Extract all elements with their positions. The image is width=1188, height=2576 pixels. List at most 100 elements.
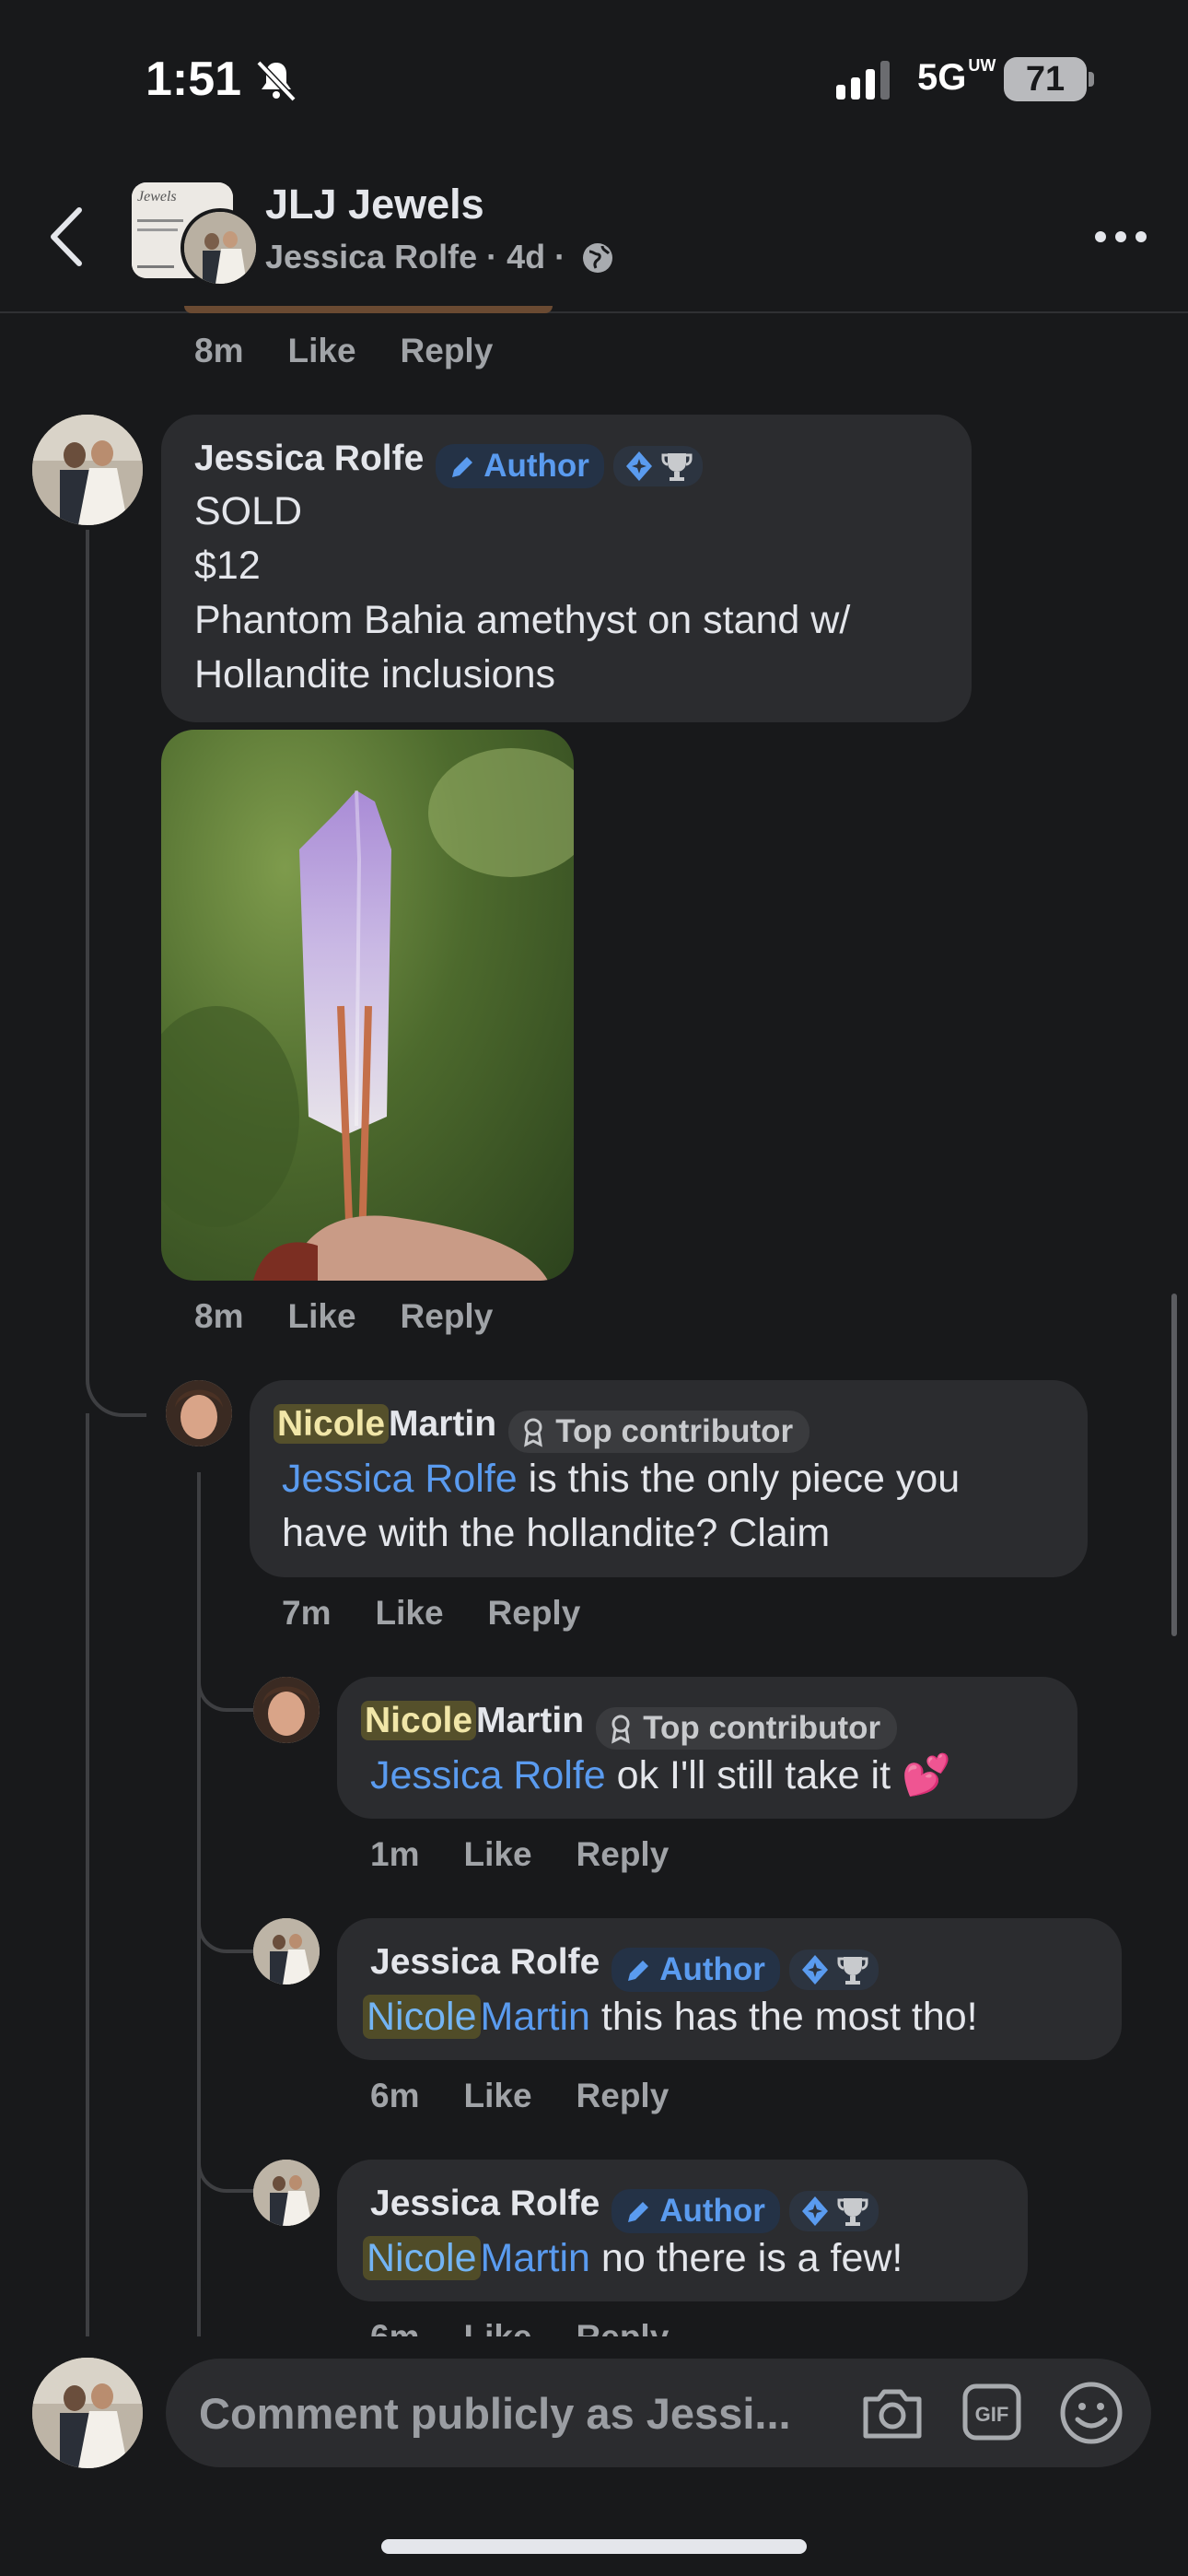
avatar[interactable]: [166, 1380, 232, 1446]
comment-meta: 1m Like Reply: [370, 1835, 713, 1874]
comment-line: $12: [194, 544, 261, 588]
author-badge-label: Author: [659, 2192, 765, 2229]
reply-button[interactable]: Reply: [401, 1297, 494, 1335]
thread-connector: [197, 1898, 254, 1953]
comment-header: Nicole Martin Top contributor: [274, 1404, 810, 1453]
mention-first[interactable]: Nicole: [363, 2236, 481, 2280]
like-button[interactable]: Like: [463, 1835, 531, 1873]
signal-icon: [836, 61, 890, 100]
svg-text:Jewels: Jewels: [137, 189, 177, 205]
like-button[interactable]: Like: [463, 2077, 531, 2114]
comment-line: SOLD: [194, 489, 303, 533]
current-user-avatar[interactable]: [32, 2358, 143, 2468]
header-divider: [0, 311, 1188, 313]
diamond-icon: [626, 451, 653, 481]
top-contributor-badge: Top contributor: [595, 1706, 898, 1750]
comment-meta: 7m Like Reply: [282, 1594, 624, 1633]
comment-text: Jessica Rolfe ok I'll still take it 💕: [370, 1749, 951, 1803]
comment-author-last[interactable]: Martin: [389, 1404, 496, 1444]
like-button[interactable]: Like: [287, 1297, 355, 1335]
previous-image-edge: [184, 306, 553, 313]
status-time: 1:51: [146, 53, 242, 106]
comment-header: Jessica Rolfe Author: [194, 439, 703, 488]
emoji-icon[interactable]: [1059, 2381, 1124, 2445]
comment-line: Hollandite inclusions: [194, 652, 555, 697]
svg-text:GIF: GIF: [975, 2403, 1009, 2426]
scrollbar[interactable]: [1171, 1294, 1177, 1636]
network-indicator: 5G UW: [917, 56, 996, 98]
thread-connector: [197, 2137, 254, 2193]
comment-line: is this the only piece you: [528, 1457, 961, 1501]
comment-author[interactable]: Jessica Rolfe: [370, 1942, 600, 1982]
thread-line: [86, 1413, 89, 2340]
diamond-icon: [802, 2195, 829, 2226]
comment-line: no there is a few!: [600, 2236, 903, 2280]
gif-icon[interactable]: GIF: [961, 2383, 1022, 2441]
home-indicator[interactable]: [381, 2539, 807, 2554]
globe-icon: [583, 243, 613, 273]
post-subtitle: Jessica Rolfe · 4d ·: [265, 238, 615, 276]
comment-line: Phantom Bahia amethyst on stand w/: [194, 598, 851, 642]
camera-icon[interactable]: [860, 2383, 925, 2441]
trophy-icon: [661, 452, 693, 481]
comment-meta: 6m Like Reply: [370, 2077, 713, 2115]
back-icon[interactable]: [46, 205, 88, 269]
pencil-icon: [627, 2201, 648, 2222]
comment-author-first[interactable]: Nicole: [361, 1701, 477, 1740]
comment-input-placeholder[interactable]: Comment publicly as Jessi...: [199, 2388, 791, 2439]
comment-line: ok I'll still take it 💕: [616, 1753, 951, 1797]
mention-last[interactable]: Martin: [481, 2236, 590, 2280]
avatar[interactable]: [32, 415, 143, 525]
badge-group: [613, 445, 703, 486]
battery-nub: [1089, 72, 1094, 87]
avatar[interactable]: [253, 1918, 320, 1985]
more-icon[interactable]: [1094, 230, 1147, 243]
author-badge-label: Author: [659, 1950, 765, 1987]
top-contributor-label: Top contributor: [555, 1412, 794, 1449]
comment-line: this has the most tho!: [600, 1995, 978, 2039]
diamond-icon: [802, 1954, 829, 1985]
comment-author[interactable]: Jessica Rolfe: [194, 439, 424, 478]
mention-link[interactable]: Jessica Rolfe: [282, 1457, 518, 1501]
comment-time: 1m: [370, 1835, 420, 1873]
like-button[interactable]: Like: [287, 332, 355, 369]
comment-header: Jessica Rolfe Author: [370, 2184, 879, 2233]
author-avatar[interactable]: [181, 208, 260, 287]
author-badge-label: Author: [483, 447, 589, 484]
bell-off-icon: [256, 60, 297, 102]
reply-button[interactable]: Reply: [577, 1835, 670, 1873]
contributor-icon: [611, 1715, 630, 1744]
top-contributor-badge: Top contributor: [507, 1410, 810, 1453]
comment-time: 8m: [194, 1297, 244, 1335]
reply-button[interactable]: Reply: [577, 2077, 670, 2114]
comment-text: NicoleMartin no there is a few!: [363, 2231, 903, 2286]
mention-first[interactable]: Nicole: [363, 1995, 481, 2039]
avatar[interactable]: [253, 2160, 320, 2226]
badge-group: [789, 2190, 879, 2231]
comment-author[interactable]: Jessica Rolfe: [370, 2184, 600, 2223]
comment-photo[interactable]: [161, 730, 574, 1281]
comment-line: have with the hollandite? Claim: [282, 1511, 831, 1555]
thread-connector: [197, 1657, 254, 1712]
comment-meta: 8m Like Reply: [194, 1297, 537, 1336]
reply-button[interactable]: Reply: [488, 1594, 581, 1632]
author-badge: Author: [435, 443, 604, 488]
author-badge: Author: [611, 1947, 780, 1992]
comment-header: Nicole Martin Top contributor: [361, 1701, 898, 1750]
top-contributor-label: Top contributor: [643, 1709, 881, 1746]
comment-time: 8m: [194, 332, 244, 369]
comment-time: 7m: [282, 1594, 332, 1632]
mention-link[interactable]: Jessica Rolfe: [370, 1753, 606, 1797]
group-name[interactable]: JLJ Jewels: [265, 181, 484, 228]
thread-connector: [86, 1354, 146, 1417]
comment-author-last[interactable]: Martin: [476, 1701, 584, 1740]
trophy-icon: [837, 1956, 868, 1985]
mention-last[interactable]: Martin: [481, 1995, 590, 2039]
reply-button[interactable]: Reply: [401, 332, 494, 369]
comment-author-first[interactable]: Nicole: [274, 1404, 390, 1444]
thread-line: [86, 530, 89, 1373]
contributor-icon: [523, 1418, 542, 1447]
avatar[interactable]: [253, 1677, 320, 1743]
battery-indicator: 71: [1004, 57, 1087, 101]
like-button[interactable]: Like: [375, 1594, 443, 1632]
